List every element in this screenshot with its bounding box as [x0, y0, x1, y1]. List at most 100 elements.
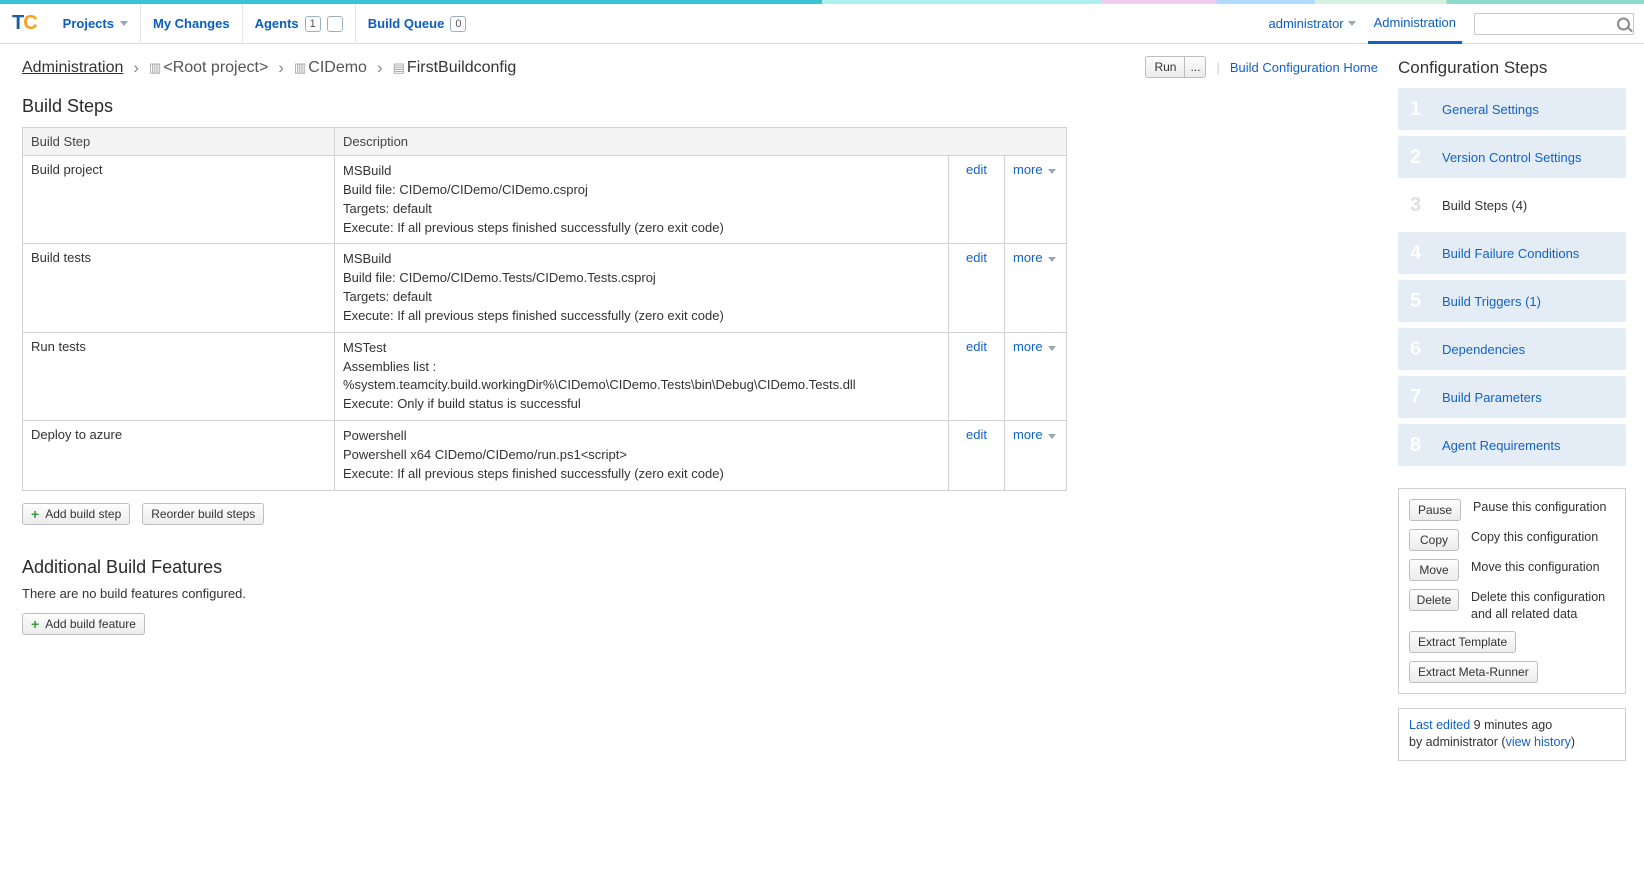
config-step-item[interactable]: 4Build Failure Conditions: [1398, 232, 1626, 274]
config-step-label: Agent Requirements: [1442, 438, 1561, 453]
edit-link[interactable]: edit: [966, 339, 987, 354]
agents-square-icon: [327, 16, 343, 32]
pause-label: Pause this configuration: [1473, 499, 1606, 516]
move-label: Move this configuration: [1471, 559, 1600, 576]
config-step-number: 8: [1410, 434, 1432, 457]
config-step-item[interactable]: 1General Settings: [1398, 88, 1626, 130]
config-step-label: Build Triggers (1): [1442, 294, 1541, 309]
extract-meta-runner-button[interactable]: Extract Meta-Runner: [1409, 661, 1538, 683]
crumb-root[interactable]: <Root project>: [163, 59, 268, 76]
nav-agents[interactable]: Agents 1: [243, 4, 356, 44]
step-desc-line: Execute: If all previous steps finished …: [343, 465, 940, 484]
build-steps-title: Build Steps: [22, 96, 1378, 117]
nav-projects-label: Projects: [63, 16, 114, 31]
project-icon: ▥: [149, 60, 161, 75]
config-step-item[interactable]: 7Build Parameters: [1398, 376, 1626, 418]
table-row: Deploy to azure PowershellPowershell x64 …: [23, 421, 1067, 491]
step-name: Build tests: [23, 244, 335, 332]
delete-button[interactable]: Delete: [1409, 589, 1459, 611]
edit-link[interactable]: edit: [966, 250, 987, 265]
nav-projects[interactable]: Projects: [51, 4, 141, 44]
pause-button[interactable]: Pause: [1409, 499, 1461, 521]
step-more-cell: more: [1005, 244, 1067, 332]
config-step-number: 1: [1410, 98, 1432, 121]
nav-build-queue-label: Build Queue: [368, 16, 445, 31]
table-row: Build testsMSBuildBuild file: CIDemo/CID…: [23, 244, 1067, 332]
nav-user[interactable]: administrator: [1268, 16, 1355, 31]
search-wrap: [1474, 13, 1634, 35]
more-link[interactable]: more: [1013, 339, 1043, 354]
crumb-sep: [377, 58, 383, 78]
table-row: Run testsMSTestAssemblies list : %system…: [23, 332, 1067, 420]
run-more-button[interactable]: ...: [1185, 56, 1206, 78]
edit-link[interactable]: edit: [966, 162, 987, 177]
crumb-project[interactable]: CIDemo: [308, 59, 367, 76]
config-step-label: Build Parameters: [1442, 390, 1542, 405]
agents-count: 1: [305, 16, 321, 32]
copy-button[interactable]: Copy: [1409, 529, 1459, 551]
divider: |: [1216, 60, 1219, 75]
navbar: TC Projects My Changes Agents 1 Build Qu…: [0, 4, 1644, 44]
config-step-number: 4: [1410, 242, 1432, 265]
chevron-down-icon: [1048, 434, 1056, 439]
nav-build-queue[interactable]: Build Queue 0: [356, 4, 479, 44]
step-name: Build project: [23, 156, 335, 244]
step-desc-line: Powershell: [343, 427, 940, 446]
more-link[interactable]: more: [1013, 427, 1043, 442]
config-step-item[interactable]: 5Build Triggers (1): [1398, 280, 1626, 322]
nav-my-changes-label: My Changes: [153, 16, 230, 31]
config-step-label: Build Steps (4): [1442, 198, 1527, 213]
extract-template-button[interactable]: Extract Template: [1409, 631, 1516, 653]
table-row: Build projectMSBuildBuild file: CIDemo/C…: [23, 156, 1067, 244]
step-desc-line: Build file: CIDemo/CIDemo.Tests/CIDemo.T…: [343, 269, 940, 288]
config-step-item[interactable]: 3Build Steps (4): [1398, 184, 1626, 226]
crumb-sep: [133, 58, 139, 78]
search-input[interactable]: [1474, 13, 1634, 35]
step-desc-line: MSBuild: [343, 162, 940, 181]
last-edited-by: by administrator (: [1409, 735, 1506, 749]
chevron-down-icon: [1048, 257, 1056, 262]
step-more-cell: more: [1005, 156, 1067, 244]
chevron-down-icon: [120, 21, 128, 26]
last-edited-link[interactable]: Last edited: [1409, 718, 1470, 732]
config-step-item[interactable]: 8 Agent Requirements: [1398, 424, 1626, 466]
run-button[interactable]: Run: [1145, 56, 1185, 78]
more-link[interactable]: more: [1013, 162, 1043, 177]
chevron-down-icon: [1048, 346, 1056, 351]
move-button[interactable]: Move: [1409, 559, 1459, 581]
config-steps-list: 1General Settings 2Version Control Settin…: [1398, 88, 1626, 466]
logo[interactable]: TC: [12, 12, 37, 35]
config-step-label: Version Control Settings: [1442, 150, 1581, 165]
nav-user-label: administrator: [1268, 16, 1343, 31]
config-step-item[interactable]: 2Version Control Settings: [1398, 136, 1626, 178]
step-edit-cell: edit: [949, 244, 1005, 332]
step-more-cell: more: [1005, 332, 1067, 420]
nav-administration[interactable]: Administration: [1368, 4, 1462, 44]
reorder-steps-button[interactable]: Reorder build steps: [142, 503, 264, 525]
step-desc-line: Execute: If all previous steps finished …: [343, 307, 940, 326]
add-build-step-button[interactable]: Add build step: [22, 503, 130, 525]
step-desc-line: Powershell x64 CIDemo/CIDemo/run.ps1<scr…: [343, 446, 940, 465]
nav-my-changes[interactable]: My Changes: [141, 4, 243, 44]
crumb-administration[interactable]: Administration: [22, 59, 123, 77]
last-edited-box: Last edited 9 minutes ago by administrat…: [1398, 708, 1626, 761]
add-build-feature-button[interactable]: Add build feature: [22, 613, 145, 635]
build-features-title: Additional Build Features: [22, 557, 1378, 578]
search-icon: [1617, 17, 1630, 30]
step-desc-line: Assemblies list : %system.teamcity.build…: [343, 358, 940, 396]
build-steps-table: Build Step Description Build projectMSBu…: [22, 127, 1067, 491]
step-name: Deploy to azure: [23, 421, 335, 491]
copy-label: Copy this configuration: [1471, 529, 1598, 546]
build-config-home-link[interactable]: Build Configuration Home: [1230, 60, 1378, 75]
crumb-current: FirstBuildconfig: [407, 59, 516, 76]
more-link[interactable]: more: [1013, 250, 1043, 265]
config-step-item[interactable]: 6Dependencies: [1398, 328, 1626, 370]
step-description: MSTestAssemblies list : %system.teamcity…: [335, 332, 949, 420]
nav-agents-label: Agents: [255, 16, 299, 31]
col-description: Description: [335, 128, 1067, 156]
view-history-link[interactable]: view history: [1506, 735, 1571, 749]
crumb-sep: [278, 58, 284, 78]
edit-link[interactable]: edit: [966, 427, 987, 442]
breadcrumb: Administration ▥<Root project> ▥CIDemo ▤…: [22, 58, 1145, 78]
chevron-down-icon: [1348, 21, 1356, 26]
